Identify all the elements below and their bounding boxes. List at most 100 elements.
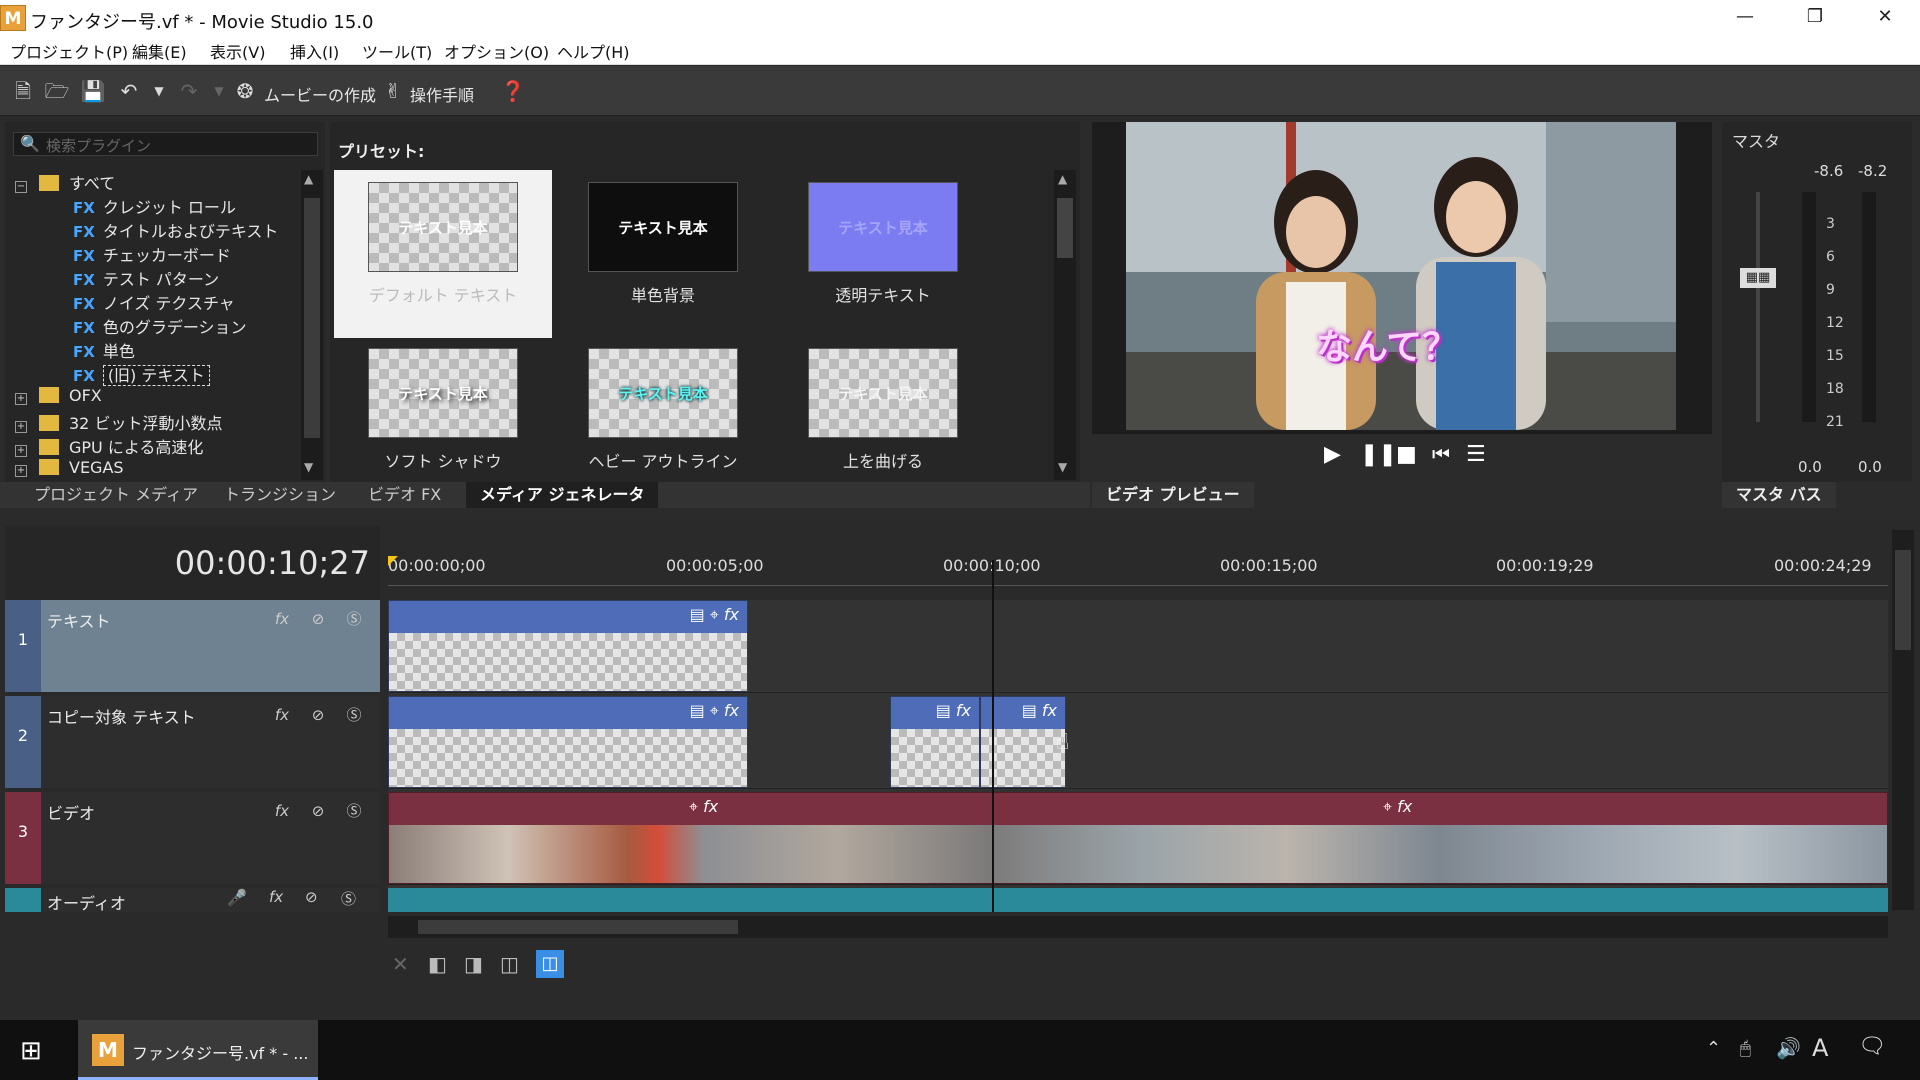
track-fx-icon[interactable]: fx bbox=[269, 798, 295, 824]
volume-icon[interactable]: 🔊 bbox=[1776, 1036, 1801, 1060]
playhead-line[interactable] bbox=[992, 560, 994, 912]
windows-start-icon[interactable]: ⊞ bbox=[20, 1036, 42, 1066]
tray-chevron-icon[interactable]: ⌃ bbox=[1706, 1038, 1721, 1059]
scroll-down-icon[interactable]: ▼ bbox=[1058, 460, 1067, 474]
time-ruler[interactable]: 00:00:00;00 00:00:05;00 00:00:10;00 00:0… bbox=[388, 556, 1888, 586]
track-header-audio[interactable]: オーディオ 🎤 fx ⊘ Ⓢ bbox=[5, 888, 380, 912]
preset-heavy-outline[interactable]: テキスト見本 ヘビー アウトライン bbox=[554, 336, 772, 504]
trim-start-icon[interactable]: ◧ bbox=[428, 952, 447, 976]
menu-options[interactable]: オプション(O) bbox=[444, 39, 549, 63]
expand-icon[interactable]: + bbox=[15, 445, 27, 457]
scroll-down-icon[interactable]: ▼ bbox=[304, 460, 313, 474]
event-fx-icons[interactable]: ⌖ fx bbox=[1383, 797, 1412, 817]
ime-indicator[interactable]: A bbox=[1812, 1034, 1828, 1062]
split-icon[interactable]: ◫ bbox=[500, 952, 519, 976]
mute-icon[interactable]: ⊘ bbox=[305, 702, 331, 728]
tree-scrollbar[interactable]: ▲ ▼ bbox=[301, 170, 323, 480]
tab-transitions[interactable]: トランジション bbox=[210, 482, 350, 508]
audio-event[interactable] bbox=[388, 888, 1888, 912]
expand-icon[interactable]: + bbox=[15, 421, 27, 433]
tab-video-preview[interactable]: ビデオ プレビュー bbox=[1092, 482, 1254, 508]
plugin-tree-item[interactable]: FX 単色 bbox=[15, 338, 305, 362]
undo-icon[interactable]: ↶ bbox=[116, 78, 142, 104]
menu-icon[interactable]: ☰ bbox=[1466, 442, 1486, 467]
event-fx-icons[interactable]: ▤ ⌖ fx bbox=[690, 701, 739, 721]
minimize-button[interactable]: — bbox=[1710, 0, 1780, 36]
expand-icon[interactable]: + bbox=[15, 393, 27, 405]
notification-icon[interactable]: 🗨 bbox=[1858, 1034, 1886, 1059]
delete-icon[interactable]: ✕ bbox=[392, 952, 409, 976]
scroll-up-icon[interactable]: ▲ bbox=[1058, 172, 1067, 186]
fader-handle[interactable]: ▦▦ bbox=[1740, 268, 1776, 288]
track-header-2[interactable]: 2 コピー対象 テキスト fx ⊘ Ⓢ bbox=[5, 696, 380, 788]
scroll-thumb[interactable] bbox=[1057, 198, 1073, 258]
tab-media-generators[interactable]: メディア ジェネレータ bbox=[466, 482, 659, 508]
menu-view[interactable]: 表示(V) bbox=[210, 39, 265, 63]
make-movie-icon[interactable]: ❂ bbox=[232, 78, 258, 104]
track-lanes[interactable]: ▤ ⌖ fx ▤ ⌖ fx ▤ fx ▤ fx ☝ ⌖ fx ⌖ fx bbox=[388, 560, 1888, 912]
loop-marker[interactable] bbox=[388, 556, 398, 566]
scroll-thumb[interactable] bbox=[304, 198, 320, 438]
save-icon[interactable]: 💾 bbox=[80, 78, 106, 104]
timeline-vertical-scrollbar[interactable] bbox=[1892, 530, 1914, 910]
redo-icon[interactable]: ↷ bbox=[176, 78, 202, 104]
plugin-tree-item[interactable]: FX (旧) テキスト bbox=[15, 362, 305, 386]
preset-solid-background[interactable]: テキスト見本 単色背景 bbox=[554, 170, 772, 338]
help-pointer-icon[interactable]: ❓ bbox=[500, 78, 526, 104]
tab-video-fx[interactable]: ビデオ FX bbox=[354, 482, 455, 508]
menu-edit[interactable]: 編集(E) bbox=[132, 39, 187, 63]
solo-icon[interactable]: Ⓢ bbox=[341, 702, 367, 728]
plugin-tree-item[interactable]: FX 色のグラデーション bbox=[15, 314, 305, 338]
trim-end-icon[interactable]: ◨ bbox=[464, 952, 483, 976]
solo-icon[interactable]: Ⓢ bbox=[341, 798, 367, 824]
track-fx-icon[interactable]: fx bbox=[269, 888, 283, 906]
menu-project[interactable]: プロジェクト(P) bbox=[10, 39, 128, 63]
snap-icon[interactable]: ◫ bbox=[536, 950, 564, 978]
network-icon[interactable]: 🖱 bbox=[1740, 1038, 1751, 1059]
track-header-1[interactable]: 1 テキスト fx ⊘ Ⓢ bbox=[5, 600, 380, 692]
event-fx-icons[interactable]: ▤ fx bbox=[936, 701, 971, 720]
track-header-3[interactable]: 3 ビデオ fx ⊘ Ⓢ bbox=[5, 792, 380, 884]
event-fx-icons[interactable]: ⌖ fx bbox=[689, 797, 718, 817]
mute-icon[interactable]: ⊘ bbox=[305, 606, 331, 632]
plugin-tree-item[interactable]: FX タイトルおよびテキスト bbox=[15, 218, 305, 242]
event-fx-icons[interactable]: ▤ ⌖ fx bbox=[690, 605, 739, 625]
plugin-tree-item[interactable]: + GPU による高速化 bbox=[15, 434, 305, 458]
plugin-tree-item[interactable]: FX チェッカーボード bbox=[15, 242, 305, 266]
stop-icon[interactable]: ■ bbox=[1396, 442, 1417, 467]
menu-help[interactable]: ヘルプ(H) bbox=[557, 39, 630, 63]
plugin-tree-item[interactable]: FX テスト パターン bbox=[15, 266, 305, 290]
pause-icon[interactable]: ❚❚ bbox=[1360, 442, 1397, 467]
search-input[interactable]: 🔍 検索プラグイン bbox=[13, 132, 318, 156]
steps-icon[interactable]: ✌ bbox=[380, 78, 406, 104]
plugin-tree-item[interactable]: − すべて bbox=[15, 170, 305, 194]
plugin-tree-item[interactable]: FX クレジット ロール bbox=[15, 194, 305, 218]
solo-icon[interactable]: Ⓢ bbox=[341, 888, 356, 909]
mute-icon[interactable]: ⊘ bbox=[305, 888, 318, 906]
plugin-tree-item[interactable]: + OFX bbox=[15, 386, 305, 410]
menu-insert[interactable]: 挿入(I) bbox=[290, 39, 339, 63]
new-file-icon[interactable]: 🗎 bbox=[10, 78, 36, 104]
plugin-tree-item[interactable]: + VEGAS bbox=[15, 458, 305, 482]
redo-dropdown-icon[interactable]: ▼ bbox=[206, 78, 232, 104]
maximize-button[interactable]: ❐ bbox=[1780, 0, 1850, 36]
taskbar-app-button[interactable]: M ファンタジー号.vf * - ... bbox=[78, 1020, 318, 1080]
mic-icon[interactable]: 🎤 bbox=[227, 888, 247, 907]
text-event[interactable]: ▤ ⌖ fx bbox=[388, 696, 748, 788]
go-to-start-icon[interactable]: ⏮ bbox=[1432, 442, 1450, 466]
open-folder-icon[interactable]: 🗁 bbox=[44, 78, 70, 104]
event-fx-icons[interactable]: ▤ fx bbox=[1022, 701, 1057, 720]
text-event[interactable]: ▤ fx bbox=[890, 696, 980, 788]
scroll-up-icon[interactable]: ▲ bbox=[304, 172, 313, 186]
preset-default-text[interactable]: テキスト見本 デフォルト テキスト bbox=[334, 170, 552, 338]
menu-tools[interactable]: ツール(T) bbox=[362, 39, 432, 63]
play-icon[interactable]: ▶ bbox=[1324, 442, 1341, 467]
steps-button[interactable]: 操作手順 bbox=[410, 82, 474, 106]
preset-bend-top[interactable]: テキスト見本 上を曲げる bbox=[774, 336, 992, 504]
video-event[interactable]: ⌖ fx ⌖ fx bbox=[388, 792, 1888, 884]
plugin-tree-item[interactable]: FX ノイズ テクスチャ bbox=[15, 290, 305, 314]
expand-icon[interactable]: − bbox=[15, 181, 27, 193]
expand-icon[interactable]: + bbox=[15, 465, 27, 477]
scroll-thumb[interactable] bbox=[1895, 550, 1911, 650]
timeline-horizontal-scrollbar[interactable] bbox=[388, 916, 1888, 938]
